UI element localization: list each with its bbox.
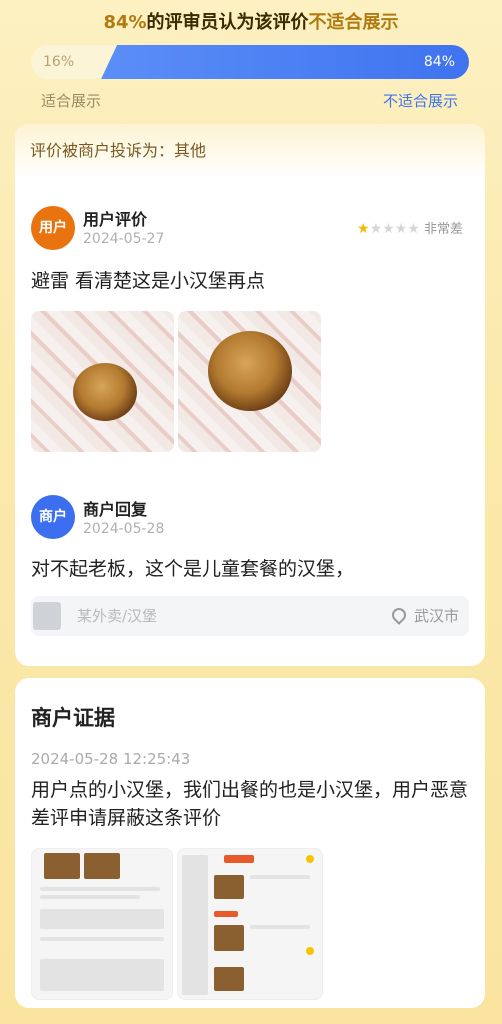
merchant-avatar: 商户 [31,495,75,539]
shop-name: 某外卖/汉堡 [77,607,158,625]
vote-unsuitable-label: 不适合展示 [382,92,458,110]
complaint-reason: 评价被商户投诉为：其他 [15,124,485,178]
user-avatar: 用户 [31,206,75,250]
user-review-title: 用户评价 [83,210,148,229]
shop-city: 武汉市 [389,596,459,636]
review-photo[interactable] [31,311,174,452]
merchant-reply-content: 对不起老板，这个是儿童套餐的汉堡， [31,558,355,580]
verdict-headline: 84%的评审员认为该评价不适合展示 [0,8,502,34]
city-name: 武汉市 [413,607,459,625]
vote-ratio-bar: 16% 84% [31,45,469,79]
evidence-time: 2024-05-28 12:25:43 [31,750,191,768]
location-pin-icon [389,604,409,625]
evidence-text: 用户点的小汉堡，我们出餐的也是小汉堡，用户恶意差评申请屏蔽这条评价 [31,779,469,829]
shop-location-bar[interactable]: 某外卖/汉堡 武汉市 [31,596,469,636]
review-card: 评价被商户投诉为：其他 用户 用户评价 2024-05-27 ★★★★★ 非常差… [15,124,485,666]
star-empty-icon: ★ [382,221,395,237]
star-rating: ★★★★★ 非常差 [357,218,463,237]
headline-verdict: 不适合展示 [308,12,399,33]
rating-text: 非常差 [423,222,463,237]
star-empty-icon: ★ [369,221,383,237]
evidence-title: 商户证据 [31,706,115,730]
evidence-screenshot[interactable] [31,848,173,1000]
merchant-reply-date: 2024-05-28 [83,521,165,537]
evidence-screenshot[interactable] [177,848,323,1000]
vote-suitable-label: 适合展示 [41,92,102,110]
star-empty-icon: ★ [394,221,408,237]
burger-image [208,331,292,411]
vote-unsuitable-segment: 84% [101,45,469,79]
star-filled-icon: ★ [357,221,370,237]
user-review-content: 避雷 看清楚这是小汉堡再点 [31,270,266,292]
user-review-date: 2024-05-27 [83,231,165,247]
burger-image [73,363,137,421]
headline-text: 的评审员认为该评价 [146,12,309,33]
headline-percentage: 84% [103,12,147,33]
shop-thumbnail [33,602,61,630]
merchant-reply-title: 商户回复 [83,500,148,519]
evidence-card: 商户证据 2024-05-28 12:25:43 用户点的小汉堡，我们出餐的也是… [15,678,485,1008]
review-photo[interactable] [178,311,321,452]
star-empty-icon: ★ [407,221,420,237]
